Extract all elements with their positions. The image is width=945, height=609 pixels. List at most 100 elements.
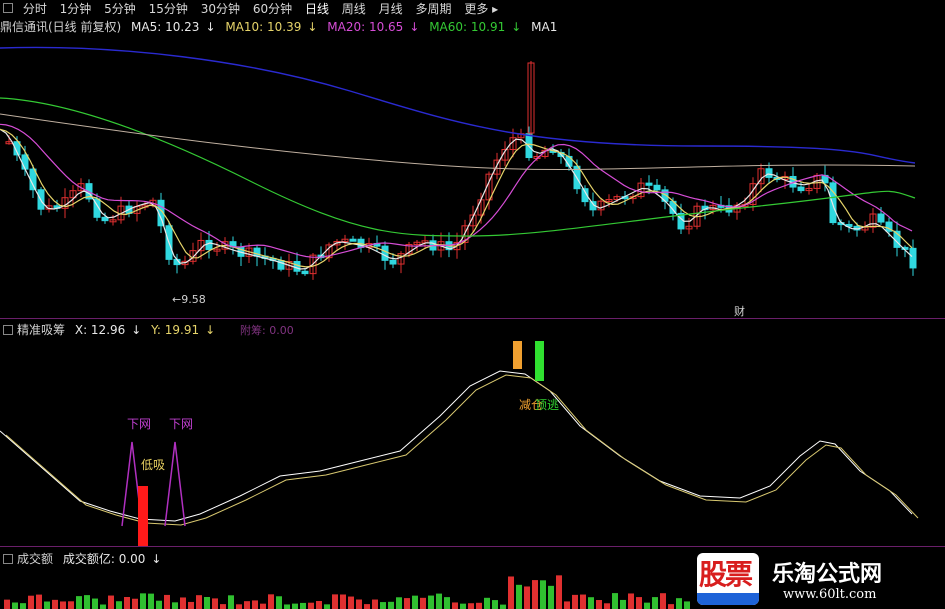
volume-bar xyxy=(124,597,130,609)
price-chart[interactable] xyxy=(0,36,945,318)
volume-bar xyxy=(28,595,34,609)
tab-daily[interactable]: 日线 xyxy=(305,0,329,18)
volume-bar xyxy=(364,604,370,609)
stock-name[interactable]: 鼎信通讯(日线 前复权) xyxy=(0,20,121,34)
volume-bar xyxy=(388,601,394,609)
volume-bar xyxy=(68,601,74,609)
tab-weekly[interactable]: 周线 xyxy=(342,0,366,18)
ma5-line xyxy=(0,128,913,270)
indicator-name[interactable]: 精准吸筹 xyxy=(17,323,65,337)
more-label: 更多 xyxy=(464,2,489,16)
volume-bar xyxy=(196,595,202,609)
candle-body xyxy=(653,184,661,191)
volume-bar xyxy=(348,596,354,609)
volume-bar xyxy=(412,595,418,609)
low-price-value: 9.58 xyxy=(181,293,206,306)
volume-bar xyxy=(548,585,554,609)
xiawang-spike-2 xyxy=(164,441,186,527)
volume-bar xyxy=(452,602,458,609)
volume-bar xyxy=(220,604,226,609)
volume-bar xyxy=(276,596,282,609)
volume-bar xyxy=(444,597,450,609)
indicator-x-line xyxy=(0,370,913,522)
volume-bar xyxy=(308,602,314,609)
volume-bar xyxy=(316,600,322,609)
volume-bar xyxy=(340,594,346,609)
watermark-title: 乐淘公式网 xyxy=(772,562,883,587)
indicator-chart[interactable] xyxy=(0,336,945,546)
volume-bar xyxy=(44,601,50,609)
volume-bar xyxy=(380,602,386,609)
tab-monthly[interactable]: 月线 xyxy=(379,0,403,18)
volume-bar xyxy=(132,598,138,609)
volume-bar xyxy=(188,601,194,609)
volume-bar xyxy=(116,601,122,609)
volume-bar xyxy=(604,603,610,609)
candle-body xyxy=(21,154,29,170)
tab-5min[interactable]: 5分钟 xyxy=(104,0,136,18)
volume-bar xyxy=(572,594,578,609)
volume-bar xyxy=(292,603,298,609)
volume-bar xyxy=(156,600,162,609)
volume-bar xyxy=(244,601,250,609)
ma20-text: MA20: 10.65 xyxy=(327,20,404,34)
volume-bar xyxy=(628,593,634,609)
ma60-value: MA60: 10.91 ↓ xyxy=(429,20,522,34)
volume-bar xyxy=(404,598,410,609)
candle-body xyxy=(381,245,389,261)
volume-bar xyxy=(252,600,258,609)
dingtao-signal-bar xyxy=(535,341,544,381)
ma120-line xyxy=(0,46,916,164)
volume-bar xyxy=(92,598,98,609)
volume-bar xyxy=(356,599,362,609)
volume-bar xyxy=(180,597,186,609)
watermark-logo-band xyxy=(697,593,759,605)
volume-bar xyxy=(596,600,602,609)
more-dropdown[interactable]: 更多 ▸ xyxy=(464,0,498,18)
panel-toggle-icon[interactable] xyxy=(3,3,13,13)
volume-bar xyxy=(420,597,426,609)
tab-30min[interactable]: 30分钟 xyxy=(201,0,240,18)
period-toolbar: 分时 1分钟 5分钟 15分钟 30分钟 60分钟 日线 周线 月线 多周期 更… xyxy=(0,0,945,18)
volume-bar xyxy=(684,601,690,609)
candle-body xyxy=(909,247,917,269)
finance-marker[interactable]: 财 xyxy=(734,303,745,319)
volume-value: 成交额亿: 0.00 ↓ xyxy=(62,552,162,566)
ma10-text: MA10: 10.39 xyxy=(225,20,302,34)
ma5-value: MA5: 10.23 ↓ xyxy=(131,20,216,34)
tab-15min[interactable]: 15分钟 xyxy=(149,0,188,18)
volume-bar xyxy=(668,604,674,609)
volume-bar xyxy=(4,599,10,609)
xiawang-label-1: 下网 xyxy=(127,417,152,431)
volume-bar xyxy=(268,594,274,609)
volume-bar xyxy=(532,580,538,609)
volume-bar xyxy=(588,597,594,609)
volume-bar xyxy=(236,604,242,609)
volume-bar xyxy=(500,604,506,609)
volume-toggle-icon[interactable] xyxy=(3,554,13,564)
volume-bar xyxy=(612,593,618,609)
tab-multi-period[interactable]: 多周期 xyxy=(415,0,451,18)
volume-bar xyxy=(300,602,306,609)
candle-body xyxy=(293,260,301,272)
volume-bar xyxy=(284,604,290,609)
indicator-x-text: X: 12.96 xyxy=(74,323,126,337)
volume-value-text: 成交额亿: 0.00 xyxy=(62,552,146,566)
volume-bar xyxy=(12,602,18,609)
indicator-y-text: Y: 19.91 xyxy=(151,323,200,337)
indicator-y: Y: 19.91 ↓ xyxy=(151,323,216,337)
indicator-toggle-icon[interactable] xyxy=(3,325,13,335)
volume-bar xyxy=(164,594,170,609)
volume-name[interactable]: 成交额 xyxy=(17,552,53,566)
volume-bar xyxy=(324,604,330,609)
dixi-label: 低吸 xyxy=(141,458,166,472)
panel-divider-1 xyxy=(0,318,945,319)
volume-bar xyxy=(84,595,90,609)
tab-60min[interactable]: 60分钟 xyxy=(253,0,292,18)
price-legend: 鼎信通讯(日线 前复权) MA5: 10.23 ↓ MA10: 10.39 ↓ MA… xyxy=(0,19,563,35)
tab-fenshi[interactable]: 分时 xyxy=(23,0,47,18)
dixi-signal-bar xyxy=(138,486,148,546)
tab-1min[interactable]: 1分钟 xyxy=(60,0,92,18)
watermark-url: www.60lt.com xyxy=(783,587,877,602)
ma20-line xyxy=(0,123,913,258)
